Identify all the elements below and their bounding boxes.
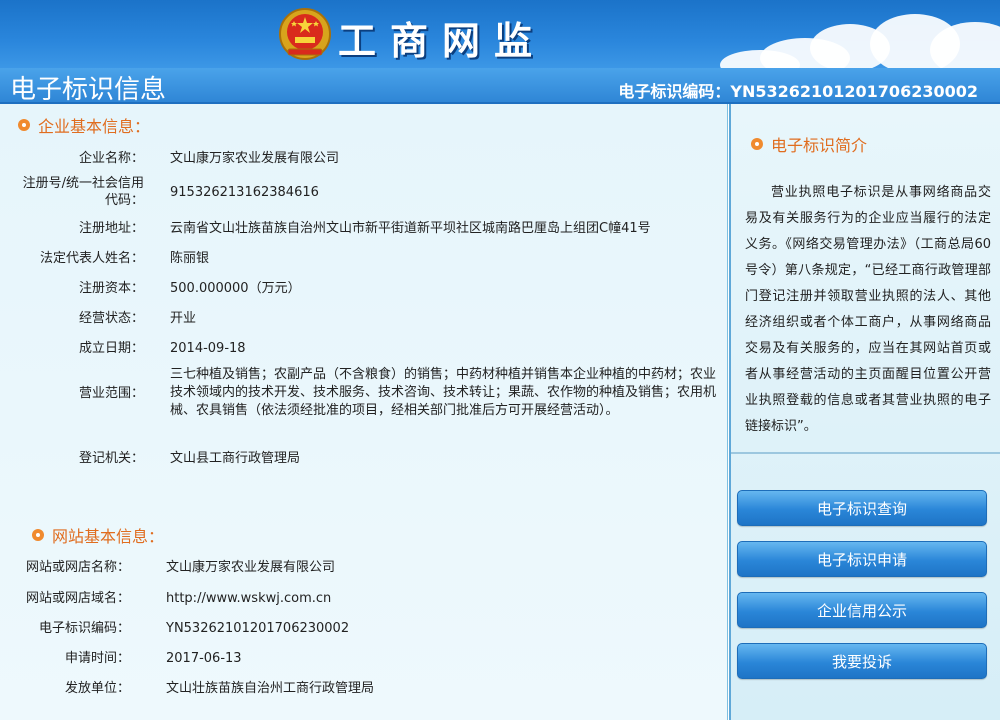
info-row: 成立日期： 2014-09-18 (10, 340, 710, 357)
row-label: 登记机关： (78, 451, 144, 466)
row-value: 2014-09-18 (170, 341, 246, 356)
row-value: 开业 (170, 311, 197, 326)
bullet-icon (751, 138, 763, 150)
query-id-button[interactable]: 电子标识查询 (737, 490, 987, 526)
row-value: 三七种植及销售；农副产品（不含粮食）的销售；中药材种植并销售本企业种植的中药材；… (170, 367, 717, 418)
row-value: 陈丽银 (170, 251, 210, 266)
website-info-heading: 网站基本信息： (32, 523, 164, 547)
row-label: 发放单位： (64, 681, 130, 696)
credit-publicity-button[interactable]: 企业信用公示 (737, 592, 987, 628)
enterprise-info-heading-text: 企业基本信息： (38, 117, 151, 136)
website-info-heading-text: 网站基本信息： (52, 527, 165, 546)
electronic-id-code: 电子标识编码：YN53262101201706230002 (618, 82, 978, 101)
info-row: 营业范围： 三七种植及销售；农副产品（不含粮食）的销售；中药材种植并销售本企业种… (10, 366, 718, 420)
bullet-icon (18, 119, 30, 131)
main-panel: 企业基本信息： 企业名称： 文山康万家农业发展有限公司 注册号/统一社会信用代码… (0, 104, 728, 720)
row-label: 电子标识编码： (38, 621, 130, 636)
info-row: 注册号/统一社会信用代码： 915326213162384616 (10, 175, 710, 209)
complaint-button[interactable]: 我要投诉 (737, 643, 987, 679)
info-row: 经营状态： 开业 (10, 310, 710, 327)
national-emblem-icon (279, 8, 331, 60)
row-label: 网站或网店域名： (25, 591, 130, 606)
site-header: 工商网监 (0, 0, 1000, 68)
sidebar-heading: 电子标识简介 (751, 132, 867, 156)
row-label: 注册地址： (78, 221, 144, 236)
row-label: 企业名称： (78, 151, 144, 166)
row-label: 注册资本： (78, 281, 144, 296)
row-value: 文山壮族苗族自治州工商行政管理局 (166, 681, 375, 696)
info-row: 网站或网店域名： http://www.wskwj.com.cn (10, 590, 666, 607)
divider (731, 452, 1000, 454)
row-label: 法定代表人姓名： (39, 251, 144, 266)
sidebar-heading-text: 电子标识简介 (771, 136, 868, 155)
enterprise-info-heading: 企业基本信息： (18, 113, 150, 137)
page-title: 电子标识信息 (10, 75, 167, 105)
row-value: 500.000000（万元） (170, 281, 301, 296)
sidebar: 电子标识简介 营业执照电子标识是从事网络商品交易及有关服务行为的企业应当履行的法… (729, 104, 1000, 720)
row-value: 文山县工商行政管理局 (170, 451, 301, 466)
row-label: 成立日期： (78, 341, 144, 356)
info-row: 电子标识编码： YN53262101201706230002 (10, 620, 666, 637)
bullet-icon (32, 529, 44, 541)
row-value: 文山康万家农业发展有限公司 (170, 151, 340, 166)
info-row: 申请时间： 2017-06-13 (10, 650, 666, 667)
title-bar: 电子标识信息 电子标识编码：YN53262101201706230002 (0, 68, 1000, 105)
row-value: 文山康万家农业发展有限公司 (166, 560, 336, 575)
row-label: 营业范围： (78, 385, 144, 401)
row-value: 915326213162384616 (170, 185, 319, 200)
info-row: 注册地址： 云南省文山壮族苗族自治州文山市新平街道新平坝社区城南路巴厘岛上组团C… (10, 220, 730, 237)
apply-id-button[interactable]: 电子标识申请 (737, 541, 987, 577)
row-label: 申请时间： (64, 651, 130, 666)
row-value: http://www.wskwj.com.cn (166, 591, 332, 606)
info-row: 注册资本： 500.000000（万元） (10, 280, 710, 297)
row-label: 网站或网店名称： (25, 560, 130, 575)
info-row: 登记机关： 文山县工商行政管理局 (10, 450, 710, 467)
site-brand: 工商网监 (338, 18, 547, 63)
row-value: YN53262101201706230002 (166, 621, 350, 636)
info-row: 发放单位： 文山壮族苗族自治州工商行政管理局 (10, 680, 666, 697)
info-row: 网站或网店名称： 文山康万家农业发展有限公司 (10, 559, 666, 576)
row-value: 云南省文山壮族苗族自治州文山市新平街道新平坝社区城南路巴厘岛上组团C幢41号 (170, 221, 651, 236)
intro-text: 营业执照电子标识是从事网络商品交易及有关服务行为的企业应当履行的法定义务。《网络… (745, 185, 991, 434)
row-label: 注册号/统一社会信用代码： (22, 176, 144, 208)
info-row: 法定代表人姓名： 陈丽银 (10, 250, 710, 267)
row-label: 经营状态： (78, 311, 144, 326)
info-row: 企业名称： 文山康万家农业发展有限公司 (10, 150, 710, 167)
row-value: 2017-06-13 (166, 651, 242, 666)
